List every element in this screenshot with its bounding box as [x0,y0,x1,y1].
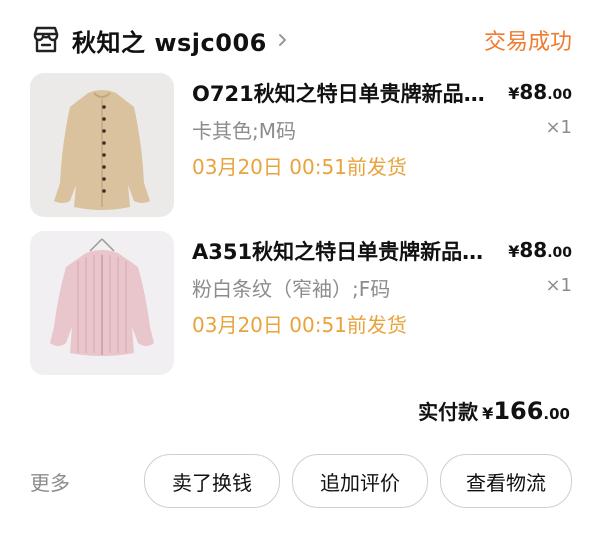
product-thumbnail[interactable] [30,73,174,217]
shop-icon [30,24,62,56]
shipping-deadline: 03月20日 00:51前发货 [192,155,407,179]
total-label: 实付款 [418,400,479,424]
product-title[interactable]: A351秋知之特日单贵牌新品小红书同款条纹衬衫 [192,236,492,266]
product-price: ¥88.00 [508,80,572,104]
product-title[interactable]: O721秋知之特日单贵牌新品小红书同款棉麻衬衫 [192,78,492,108]
order-status: 交易成功 [483,30,572,55]
order-item[interactable]: A351秋知之特日单贵牌新品小红书同款条纹衬衫 ¥88.00 粉白条纹（窄袖）;… [30,231,572,375]
add-review-button[interactable]: 追加评价 [292,454,428,508]
product-price: ¥88.00 [508,238,572,262]
resell-button[interactable]: 卖了换钱 [144,454,280,508]
product-spec: 卡其色;M码 [192,119,296,143]
total-paid: 实付款 ¥ 166 .00 [418,397,570,425]
order-header: 秋知之 wsjc006 交易成功 [30,20,572,60]
total-amount: 166 [493,397,544,425]
order-item[interactable]: O721秋知之特日单贵牌新品小红书同款棉麻衬衫 ¥88.00 卡其色;M码 ×1… [30,73,572,217]
product-spec: 粉白条纹（窄袖）;F码 [192,277,391,301]
product-quantity: ×1 [545,275,572,296]
order-card: 秋知之 wsjc006 交易成功 O721秋知之特日单贵牌新品小红书同款棉麻衬衫… [0,0,600,536]
order-actions: 更多 卖了换钱 追加评价 查看物流 [30,452,572,510]
view-logistics-button[interactable]: 查看物流 [440,454,572,508]
action-buttons: 卖了换钱 追加评价 查看物流 [144,454,572,508]
product-thumbnail[interactable] [30,231,174,375]
more-button[interactable]: 更多 [30,467,70,496]
shipping-deadline: 03月20日 00:51前发货 [192,313,407,337]
chevron-right-icon[interactable] [273,31,291,49]
shop-name-link[interactable]: 秋知之 wsjc006 [72,23,267,58]
product-quantity: ×1 [545,117,572,138]
